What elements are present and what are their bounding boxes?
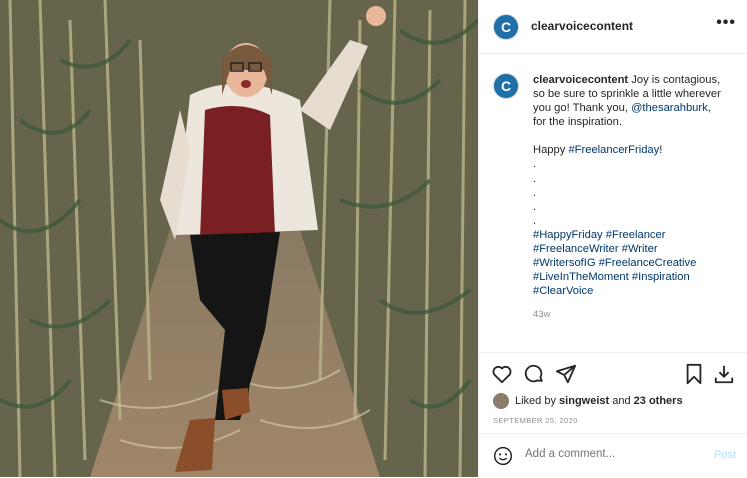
post-photo[interactable] <box>0 0 478 477</box>
comments-section: C clearvoicecontent Joy is contagious, s… <box>479 55 747 352</box>
caption-dot: . <box>533 186 537 199</box>
heart-icon[interactable] <box>491 363 513 385</box>
likes-others[interactable]: 23 others <box>634 395 683 407</box>
post-actions: Liked by singweist and 23 others SEPTEMB… <box>479 352 747 478</box>
hashtag-freelancewriter[interactable]: #FreelanceWriter <box>533 243 619 255</box>
post-caption: clearvoicecontent Joy is contagious, so … <box>533 73 738 298</box>
hashtag-writer[interactable]: #Writer <box>622 243 658 255</box>
caption-text-4: for the inspiration. <box>533 116 622 129</box>
hashtag-writersofig[interactable]: #WritersofIG <box>533 257 596 269</box>
caption-avatar[interactable]: C <box>493 73 519 99</box>
emoji-icon[interactable] <box>493 446 513 466</box>
caption-happy: Happy <box>533 144 569 157</box>
add-comment-bar: Post <box>479 433 747 478</box>
photo-cornfield-woman <box>0 0 478 477</box>
caption-dot: . <box>533 200 537 213</box>
hashtag-inspiration[interactable]: #Inspiration <box>632 271 690 283</box>
bookmark-icon[interactable] <box>683 363 705 385</box>
share-icon[interactable] <box>555 363 577 385</box>
caption-dot: . <box>533 158 537 171</box>
hashtag-clearvoice[interactable]: #ClearVoice <box>533 285 593 297</box>
caption-dot: . <box>533 172 537 185</box>
caption-dot: . <box>533 214 537 227</box>
hashtag-freelancer[interactable]: #Freelancer <box>606 229 666 241</box>
more-horizontal-icon[interactable]: ••• <box>716 14 736 32</box>
liker-username[interactable]: singweist <box>559 395 609 407</box>
likes-prefix: Liked by <box>515 395 556 407</box>
hashtag-happyfriday[interactable]: #HappyFriday <box>533 229 603 241</box>
caption-text-2: so be sure to sprinkle a little wherever <box>533 88 721 101</box>
likes-middle: and <box>612 395 631 407</box>
hashtag-freelancerfriday[interactable]: #FreelancerFriday <box>568 144 659 156</box>
post-date[interactable]: SEPTEMBER 25, 2020 <box>493 416 578 425</box>
comment-icon[interactable] <box>523 363 545 385</box>
post-header: C clearvoicecontent ••• <box>479 0 747 54</box>
post-side-panel: C clearvoicecontent ••• C clearvoicecont… <box>478 0 747 477</box>
action-icons-bar <box>491 363 736 389</box>
post-age[interactable]: 43w <box>533 309 550 320</box>
header-username[interactable]: clearvoicecontent <box>531 19 633 33</box>
liker-avatar[interactable] <box>493 393 509 409</box>
hashtag-liveinthemoment[interactable]: #LiveInTheMoment <box>533 271 629 283</box>
caption-text-1: Joy is contagious, <box>628 74 721 86</box>
avatar-letter: C <box>500 19 512 35</box>
caption-text-3: you go! Thank you, <box>533 102 632 115</box>
likes-line: Liked by singweist and 23 others <box>493 393 683 409</box>
caption-happy-end: ! <box>659 144 663 157</box>
caption-username[interactable]: clearvoicecontent <box>533 74 628 86</box>
caption-text-3b: , <box>707 102 711 115</box>
comment-input[interactable] <box>525 448 685 460</box>
hashtag-freelancecreative[interactable]: #FreelanceCreative <box>599 257 697 269</box>
instagram-post: C clearvoicecontent ••• C clearvoicecont… <box>0 0 747 477</box>
mention-link[interactable]: @thesarahburk <box>631 102 708 114</box>
post-comment-button[interactable]: Post <box>714 449 736 461</box>
avatar-letter: C <box>500 78 512 94</box>
download-icon[interactable] <box>713 363 735 385</box>
account-avatar[interactable]: C <box>493 14 519 40</box>
